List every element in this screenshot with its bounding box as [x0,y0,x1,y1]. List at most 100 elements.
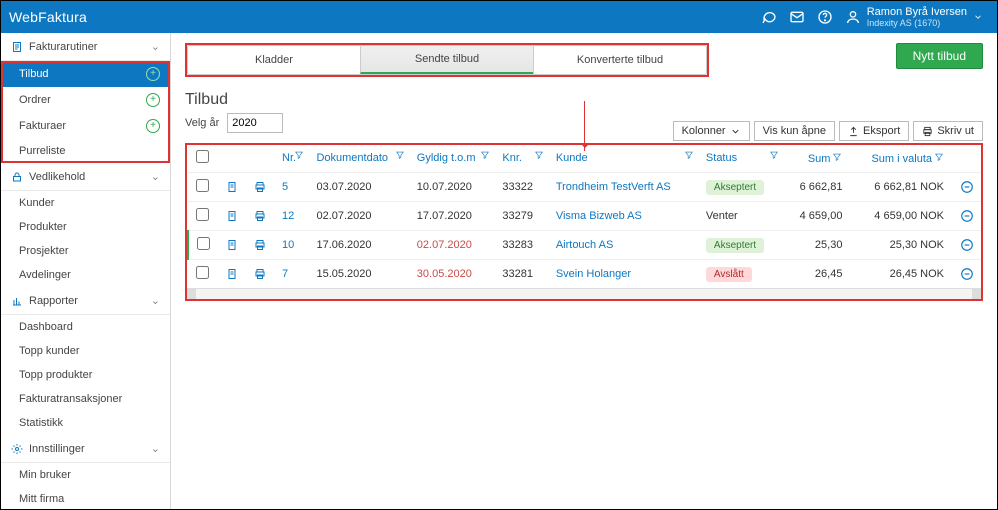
sidebar-item[interactable]: Dashboard [1,315,170,339]
tab[interactable]: Kladder [188,46,360,74]
sidebar-item[interactable]: Fakturaer+ [1,113,170,139]
sidebar-group-label: Innstillinger [29,443,85,455]
print-icon[interactable] [246,202,274,231]
cell-docdate: 02.07.2020 [308,202,408,231]
sidebar-item[interactable]: Prosjekter [1,239,170,263]
cell-docdate: 15.05.2020 [308,260,408,289]
row-checkbox[interactable] [196,208,209,221]
tab[interactable]: Sendte tilbud [360,46,533,74]
sidebar-group[interactable]: Rapporter⌄ [1,287,170,315]
sidebar-item[interactable]: Mitt firma [1,487,170,509]
cell-sumcurr: 6 662,81 NOK [850,173,952,202]
sidebar-item[interactable]: Fakturatransaksjoner [1,387,170,411]
tab[interactable]: Konverterte tilbud [533,46,706,74]
customer-link[interactable]: Svein Holanger [556,268,631,280]
add-icon[interactable]: + [146,119,160,133]
filter-icon[interactable] [534,150,544,160]
sidebar-item[interactable]: Produkter [1,215,170,239]
horizontal-scrollbar[interactable] [186,288,982,300]
table-header-row: Nr. Dokumentdato Gyldig t.o.m Knr. Kunde… [188,144,983,173]
row-checkbox[interactable] [196,266,209,279]
new-offer-button[interactable]: Nytt tilbud [896,43,983,69]
cell-sum: 25,30 [783,231,850,260]
sidebar-item[interactable]: Min bruker [1,463,170,487]
table-row[interactable]: 503.07.202010.07.202033322Trondheim Test… [188,173,983,202]
chat-icon[interactable] [755,3,783,31]
add-icon[interactable]: + [146,93,160,107]
col-sumcurr[interactable]: Sum i valuta [850,144,952,173]
offer-nr-link[interactable]: 7 [282,268,288,280]
table-row[interactable]: 715.05.202030.05.202033281Svein Holanger… [188,260,983,289]
cell-sum: 26,45 [783,260,850,289]
sidebar-item[interactable]: Topp produkter [1,363,170,387]
sidebar-item[interactable]: Topp kunder [1,339,170,363]
columns-button[interactable]: Kolonner [673,121,750,141]
row-action-icon[interactable] [952,260,982,289]
year-input[interactable] [227,113,283,133]
filter-icon[interactable] [480,150,490,160]
open-only-button[interactable]: Vis kun åpne [754,121,835,141]
offer-nr-link[interactable]: 12 [282,210,294,222]
row-action-icon[interactable] [952,173,982,202]
row-checkbox[interactable] [196,179,209,192]
select-all-checkbox[interactable] [196,150,209,163]
sidebar: Fakturarutiner⌄Tilbud+Ordrer+Fakturaer+ P… [1,33,171,509]
doc-icon[interactable] [218,202,246,231]
sidebar-item[interactable]: Purreliste [1,139,170,163]
col-kunde[interactable]: Kunde [548,144,698,173]
cell-docdate: 03.07.2020 [308,173,408,202]
mail-icon[interactable] [783,3,811,31]
table-row[interactable]: 1202.07.202017.07.202033279Visma Bizweb … [188,202,983,231]
offer-nr-link[interactable]: 5 [282,181,288,193]
sidebar-item[interactable]: Avdelinger [1,263,170,287]
sidebar-item-label: Purreliste [19,145,65,157]
add-icon[interactable]: + [146,67,160,81]
print-icon[interactable] [246,231,274,260]
sidebar-item[interactable]: Ordrer+ [1,87,170,113]
filter-icon[interactable] [934,152,944,162]
sidebar-item-label: Avdelinger [19,269,71,281]
customer-link[interactable]: Visma Bizweb AS [556,210,642,222]
sidebar-group-label: Rapporter [29,295,78,307]
row-checkbox[interactable] [197,237,210,250]
sidebar-item[interactable]: Statistikk [1,411,170,435]
doc-icon[interactable] [218,260,246,289]
col-knr[interactable]: Knr. [494,144,547,173]
filter-icon[interactable] [395,150,405,160]
user-menu[interactable]: Ramon Byrå Iversen Indexity AS (1670) [839,6,989,29]
row-action-icon[interactable] [952,202,982,231]
offer-nr-link[interactable]: 10 [282,239,294,251]
customer-link[interactable]: Trondheim TestVerft AS [556,181,671,193]
sidebar-item[interactable]: Tilbud+ [1,61,170,87]
filter-icon[interactable] [294,150,304,160]
filter-icon[interactable] [769,150,779,160]
col-sum[interactable]: Sum [783,144,850,173]
print-icon[interactable] [246,173,274,202]
print-icon[interactable] [246,260,274,289]
sidebar-group[interactable]: Fakturarutiner⌄ [1,33,170,61]
filter-icon[interactable] [684,150,694,160]
sidebar-item[interactable]: Kunder [1,191,170,215]
topbar: WebFaktura Ramon Byrå Iversen Indexity A… [1,1,997,33]
user-org: Indexity AS (1670) [867,18,967,29]
export-button[interactable]: Eksport [839,121,909,141]
doc-icon[interactable] [218,231,246,260]
col-valid[interactable]: Gyldig t.o.m [409,144,495,173]
tabs: KladderSendte tilbudKonverterte tilbud [187,45,707,75]
cell-sumcurr: 25,30 NOK [850,231,952,260]
customer-link[interactable]: Airtouch AS [556,239,613,251]
print-button[interactable]: Skriv ut [913,121,983,141]
table-row[interactable]: 1017.06.202002.07.202033283Airtouch ASAk… [188,231,983,260]
help-icon[interactable] [811,3,839,31]
col-nr[interactable]: Nr. [274,144,308,173]
sidebar-group[interactable]: Vedlikehold⌄ [1,163,170,191]
col-docdate[interactable]: Dokumentdato [308,144,408,173]
sidebar-item-label: Dashboard [19,321,73,333]
col-status[interactable]: Status [698,144,783,173]
filter-icon[interactable] [832,152,842,162]
sidebar-group[interactable]: Innstillinger⌄ [1,435,170,463]
row-action-icon[interactable] [952,231,982,260]
doc-icon[interactable] [218,173,246,202]
cell-sumcurr: 26,45 NOK [850,260,952,289]
cell-knr: 33322 [494,173,547,202]
